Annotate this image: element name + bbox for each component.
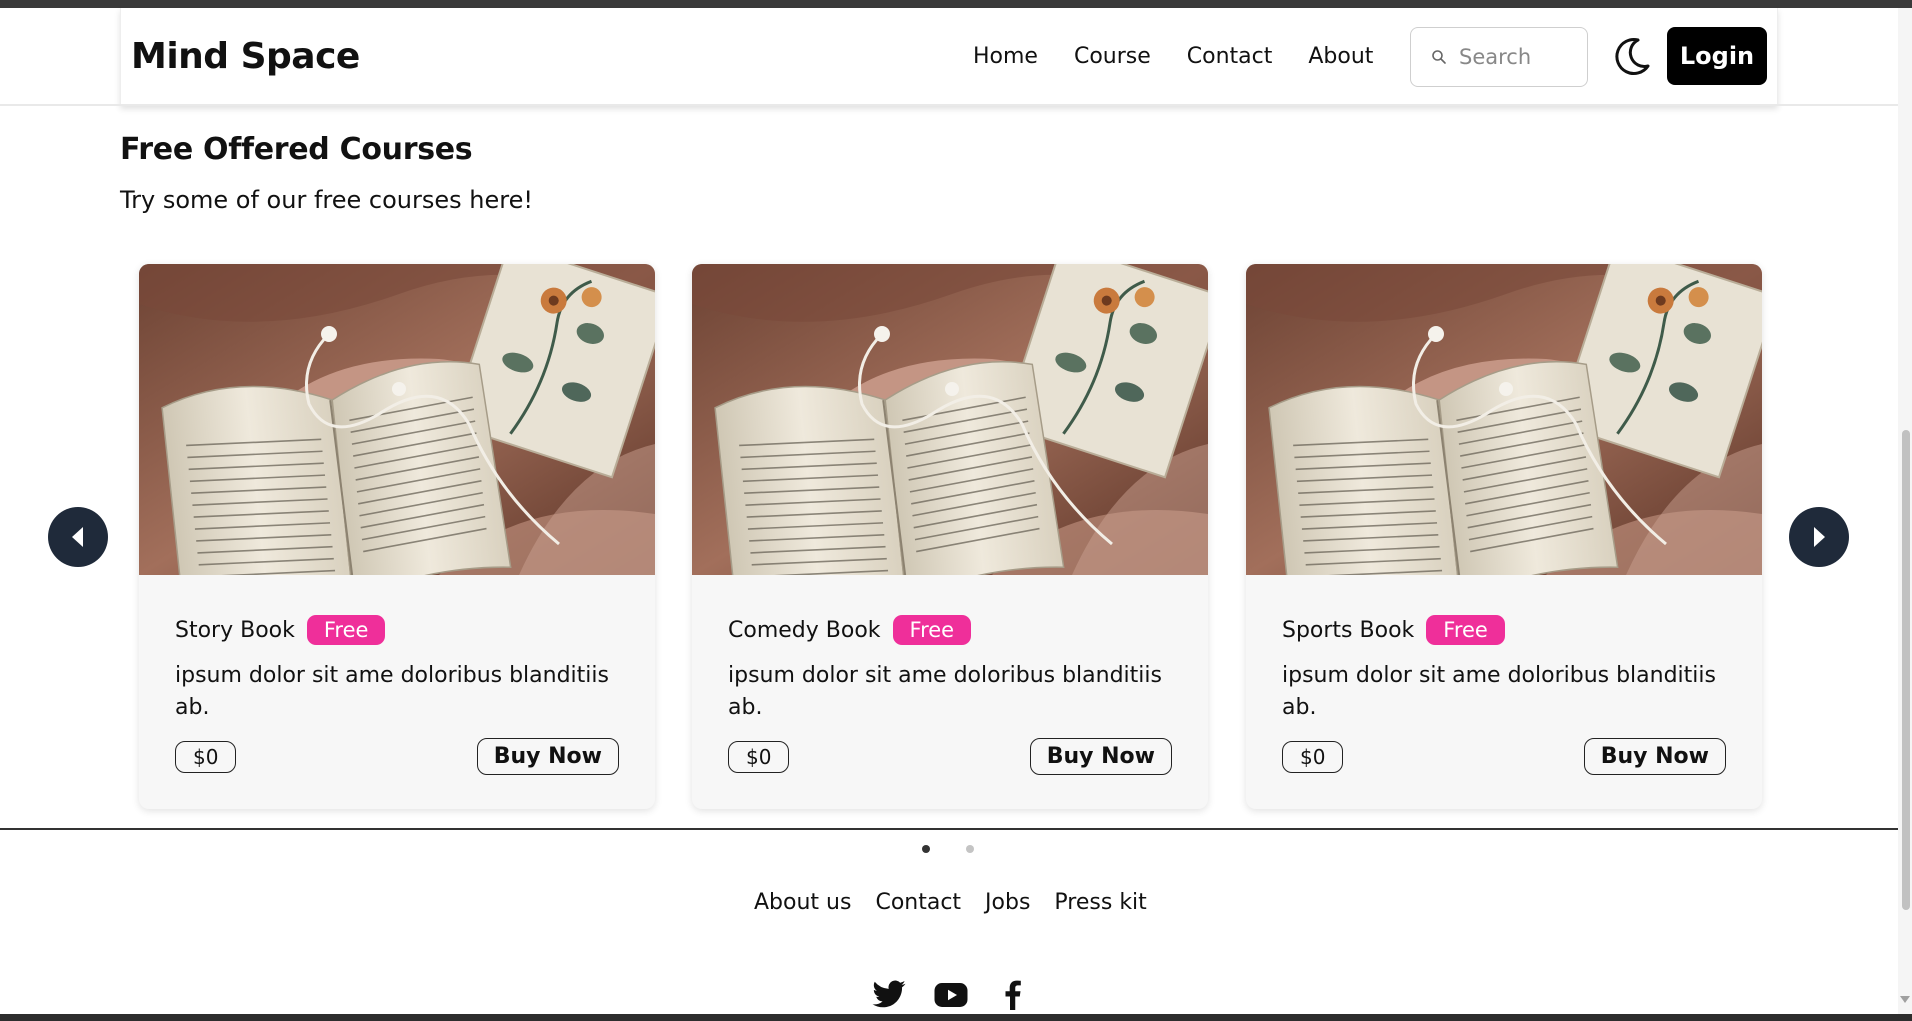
course-title: Sports Book bbox=[1282, 617, 1415, 643]
price-tag: $0 bbox=[175, 740, 237, 773]
section-subtitle: Try some of our free courses here! bbox=[120, 186, 533, 214]
navbar-shadow-line bbox=[0, 104, 1898, 106]
footer-link-jobs[interactable]: Jobs bbox=[985, 890, 1030, 915]
buy-now-button[interactable]: Buy Now bbox=[1029, 738, 1172, 775]
course-title: Comedy Book bbox=[728, 617, 881, 643]
footer-link-contact[interactable]: Contact bbox=[875, 890, 961, 915]
free-badge: Free bbox=[306, 615, 386, 645]
buy-now-button[interactable]: Buy Now bbox=[476, 738, 619, 775]
buy-now-button[interactable]: Buy Now bbox=[1583, 738, 1726, 775]
moon-icon[interactable] bbox=[1608, 32, 1656, 80]
browser-bottom-strip bbox=[0, 1014, 1912, 1021]
scrollbar-thumb[interactable] bbox=[1902, 430, 1910, 910]
section-title: Free Offered Courses bbox=[120, 132, 473, 167]
social-links bbox=[870, 977, 1032, 1013]
nav-link-about[interactable]: About bbox=[1308, 44, 1373, 69]
facebook-icon[interactable] bbox=[994, 977, 1032, 1013]
chevron-right-icon bbox=[1814, 527, 1825, 547]
course-card[interactable]: Comedy Book Free ipsum dolor sit ame dol… bbox=[692, 264, 1208, 809]
twitter-icon[interactable] bbox=[870, 977, 908, 1013]
course-card[interactable]: Story Book Free ipsum dolor sit ame dolo… bbox=[139, 264, 655, 809]
login-button[interactable]: Login bbox=[1667, 27, 1767, 85]
course-image bbox=[1246, 264, 1762, 575]
footer-link-about-us[interactable]: About us bbox=[754, 890, 851, 915]
price-tag: $0 bbox=[728, 740, 790, 773]
carousel-dot-1[interactable] bbox=[922, 845, 930, 853]
search-box[interactable] bbox=[1410, 27, 1588, 87]
browser-top-strip bbox=[0, 0, 1912, 8]
course-image bbox=[692, 264, 1208, 575]
course-title: Story Book bbox=[175, 617, 295, 643]
course-description: ipsum dolor sit ame doloribus blanditiis… bbox=[175, 663, 609, 720]
carousel-prev-button[interactable] bbox=[48, 507, 108, 567]
scroll-down-arrow[interactable] bbox=[1900, 996, 1910, 1003]
chevron-left-icon bbox=[72, 527, 83, 547]
course-image bbox=[139, 264, 655, 575]
course-card[interactable]: Sports Book Free ipsum dolor sit ame dol… bbox=[1246, 264, 1762, 809]
navbar: Mind Space Home Course Contact About Log… bbox=[120, 8, 1778, 106]
free-badge: Free bbox=[1426, 615, 1505, 645]
price-tag: $0 bbox=[1282, 740, 1344, 773]
nav-link-course[interactable]: Course bbox=[1074, 44, 1151, 69]
carousel-next-button[interactable] bbox=[1789, 507, 1849, 567]
nav-link-contact[interactable]: Contact bbox=[1187, 44, 1273, 69]
search-icon bbox=[1432, 50, 1446, 64]
youtube-icon[interactable] bbox=[932, 977, 970, 1013]
carousel-dot-2[interactable] bbox=[966, 845, 974, 853]
free-badge: Free bbox=[892, 615, 972, 645]
course-description: ipsum dolor sit ame doloribus blanditiis… bbox=[728, 663, 1162, 720]
nav-links: Home Course Contact About bbox=[973, 44, 1373, 69]
brand-logo[interactable]: Mind Space bbox=[131, 36, 360, 77]
nav-link-home[interactable]: Home bbox=[973, 44, 1038, 69]
footer-divider bbox=[0, 828, 1898, 830]
search-input[interactable] bbox=[1459, 45, 1579, 69]
course-description: ipsum dolor sit ame doloribus blanditiis… bbox=[1282, 663, 1716, 720]
footer-links: About us Contact Jobs Press kit bbox=[754, 890, 1147, 915]
footer-link-press-kit[interactable]: Press kit bbox=[1054, 890, 1146, 915]
